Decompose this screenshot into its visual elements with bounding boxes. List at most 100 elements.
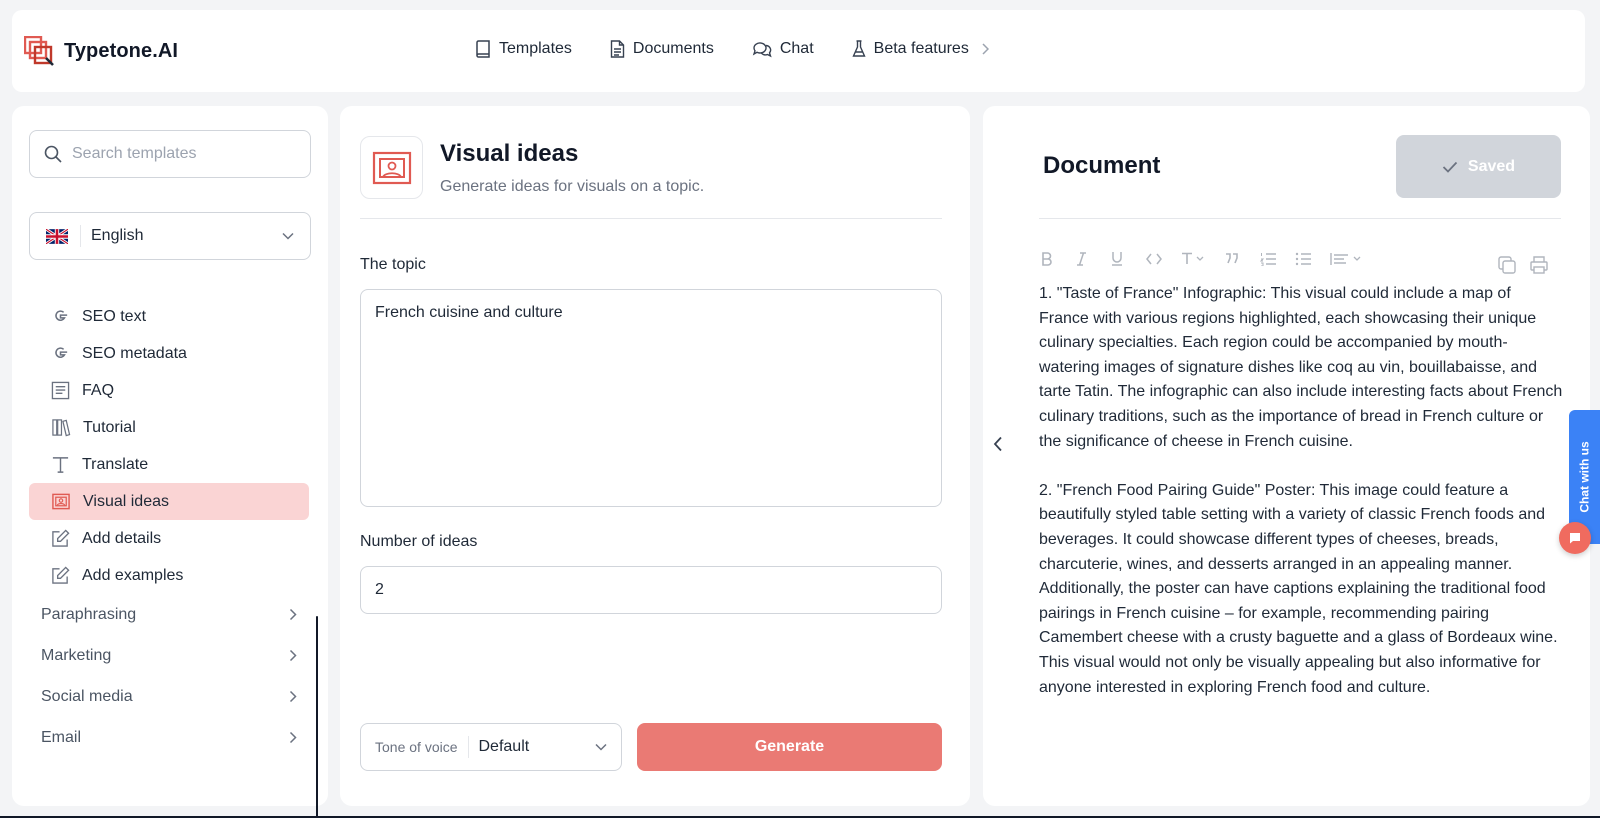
chat-with-us-label: Chat with us xyxy=(1577,441,1592,513)
language-separator xyxy=(80,225,81,247)
search-box[interactable] xyxy=(29,130,311,178)
template-form-panel: Visual ideas Generate ideas for visuals … xyxy=(340,106,970,806)
document-title: Document xyxy=(1043,152,1161,179)
underline-button[interactable] xyxy=(1111,251,1146,266)
category-label: Email xyxy=(41,728,82,746)
check-icon xyxy=(1442,161,1458,173)
divider xyxy=(360,218,942,219)
template-label: Add examples xyxy=(82,566,184,584)
nav-documents[interactable]: Documents xyxy=(610,40,714,58)
tone-of-voice-select[interactable]: Tone of voice Default xyxy=(360,723,622,771)
bullet-list-icon xyxy=(1295,252,1311,265)
edit-icon xyxy=(52,566,70,584)
flask-icon xyxy=(852,40,866,57)
chevron-right-icon xyxy=(289,649,297,662)
underline-icon xyxy=(1112,252,1122,266)
document-paragraph: 2. "French Food Pairing Guide" Poster: T… xyxy=(1039,481,1558,696)
language-select[interactable]: English xyxy=(29,212,311,260)
chevron-right-icon xyxy=(289,608,297,621)
category-marketing[interactable]: Marketing xyxy=(29,635,309,676)
template-item-add-details[interactable]: Add details xyxy=(29,520,309,557)
text-style-button[interactable] xyxy=(1181,252,1225,265)
brand-name: Typetone.AI xyxy=(64,39,179,62)
editor-toolbar xyxy=(1041,251,1374,266)
chevron-right-icon xyxy=(289,690,297,703)
category-email[interactable]: Email xyxy=(29,717,309,758)
topic-label: The topic xyxy=(360,256,426,273)
google-icon xyxy=(55,310,68,321)
sidebar-scrollbar[interactable] xyxy=(316,616,318,818)
logo[interactable]: Typetone.AI xyxy=(24,36,178,66)
google-icon xyxy=(55,347,68,358)
ordered-list-button[interactable] xyxy=(1260,252,1295,266)
chevron-left-icon[interactable] xyxy=(993,436,1003,452)
edit-icon xyxy=(52,529,70,547)
template-label: Visual ideas xyxy=(83,492,169,510)
main-nav: Templates Documents Chat Beta features xyxy=(475,40,989,58)
template-label: Translate xyxy=(82,455,149,473)
tone-label: Tone of voice xyxy=(375,739,458,755)
category-social-media[interactable]: Social media xyxy=(29,676,309,717)
bold-icon xyxy=(1042,251,1052,266)
italic-icon xyxy=(1077,251,1086,266)
nav-beta-features[interactable]: Beta features xyxy=(852,40,989,58)
nav-templates-label: Templates xyxy=(499,40,572,57)
document-icon xyxy=(610,40,625,58)
template-item-seo-metadata[interactable]: SEO metadata xyxy=(29,335,309,372)
book-icon xyxy=(476,40,490,58)
template-item-translate[interactable]: Translate xyxy=(29,446,309,483)
nav-templates[interactable]: Templates xyxy=(475,40,572,58)
category-label: Paraphrasing xyxy=(41,605,137,623)
editor-actions xyxy=(1498,256,1548,274)
nav-chat-label: Chat xyxy=(779,40,814,57)
template-item-seo-text[interactable]: SEO text xyxy=(29,298,309,335)
align-button[interactable] xyxy=(1330,252,1374,266)
text-icon xyxy=(52,457,69,473)
category-paraphrasing[interactable]: Paraphrasing xyxy=(29,594,309,635)
tone-separator xyxy=(467,736,469,758)
category-label: Marketing xyxy=(41,646,112,664)
document-panel: Document Saved 1. "Taste of France" Info… xyxy=(983,106,1590,806)
template-title: Visual ideas xyxy=(440,140,579,167)
italic-button[interactable] xyxy=(1076,251,1111,266)
quote-button[interactable] xyxy=(1225,253,1260,264)
search-icon xyxy=(44,145,62,163)
ideas-count-input[interactable] xyxy=(360,566,942,614)
nav-chat[interactable]: Chat xyxy=(752,40,814,58)
category-label: Social media xyxy=(41,687,133,705)
ideas-label: Number of ideas xyxy=(360,533,478,550)
saved-label: Saved xyxy=(1467,157,1516,175)
chat-icon xyxy=(752,42,772,58)
bullet-list-button[interactable] xyxy=(1295,252,1330,266)
code-icon xyxy=(1146,253,1162,264)
template-icon-box xyxy=(360,136,423,199)
templates-sidebar: English SEO text SEO metadata FAQ Tutori… xyxy=(12,106,328,818)
copy-icon[interactable] xyxy=(1498,256,1516,274)
ordered-list-icon xyxy=(1260,252,1276,266)
typetone-logo-icon xyxy=(24,36,54,66)
bold-button[interactable] xyxy=(1041,251,1076,266)
message-icon xyxy=(1570,533,1580,544)
generate-button[interactable]: Generate xyxy=(637,723,942,771)
nav-beta-label: Beta features xyxy=(873,40,969,57)
quote-icon xyxy=(1226,253,1238,264)
top-bar: Typetone.AI Templates Documents Chat Bet… xyxy=(12,10,1585,92)
topic-input[interactable]: French cuisine and culture xyxy=(360,289,942,507)
template-item-faq[interactable]: FAQ xyxy=(29,372,309,409)
template-label: SEO metadata xyxy=(82,344,187,362)
template-subtitle: Generate ideas for visuals on a topic. xyxy=(440,178,705,195)
saved-button[interactable]: Saved xyxy=(1396,135,1561,198)
search-input[interactable] xyxy=(72,145,292,163)
divider xyxy=(1039,218,1561,219)
template-item-add-examples[interactable]: Add examples xyxy=(29,557,309,594)
template-list: SEO text SEO metadata FAQ Tutorial Trans… xyxy=(29,298,309,758)
image-icon xyxy=(52,493,70,510)
language-label: English xyxy=(91,227,144,244)
template-item-tutorial[interactable]: Tutorial xyxy=(29,409,309,446)
document-body[interactable]: 1. "Taste of France" Infographic: This v… xyxy=(1039,282,1564,725)
template-item-visual-ideas[interactable]: Visual ideas xyxy=(29,483,309,520)
code-button[interactable] xyxy=(1146,253,1181,265)
print-icon[interactable] xyxy=(1530,256,1548,274)
template-label: Tutorial xyxy=(83,418,136,436)
chat-bubble-button[interactable] xyxy=(1559,522,1591,554)
